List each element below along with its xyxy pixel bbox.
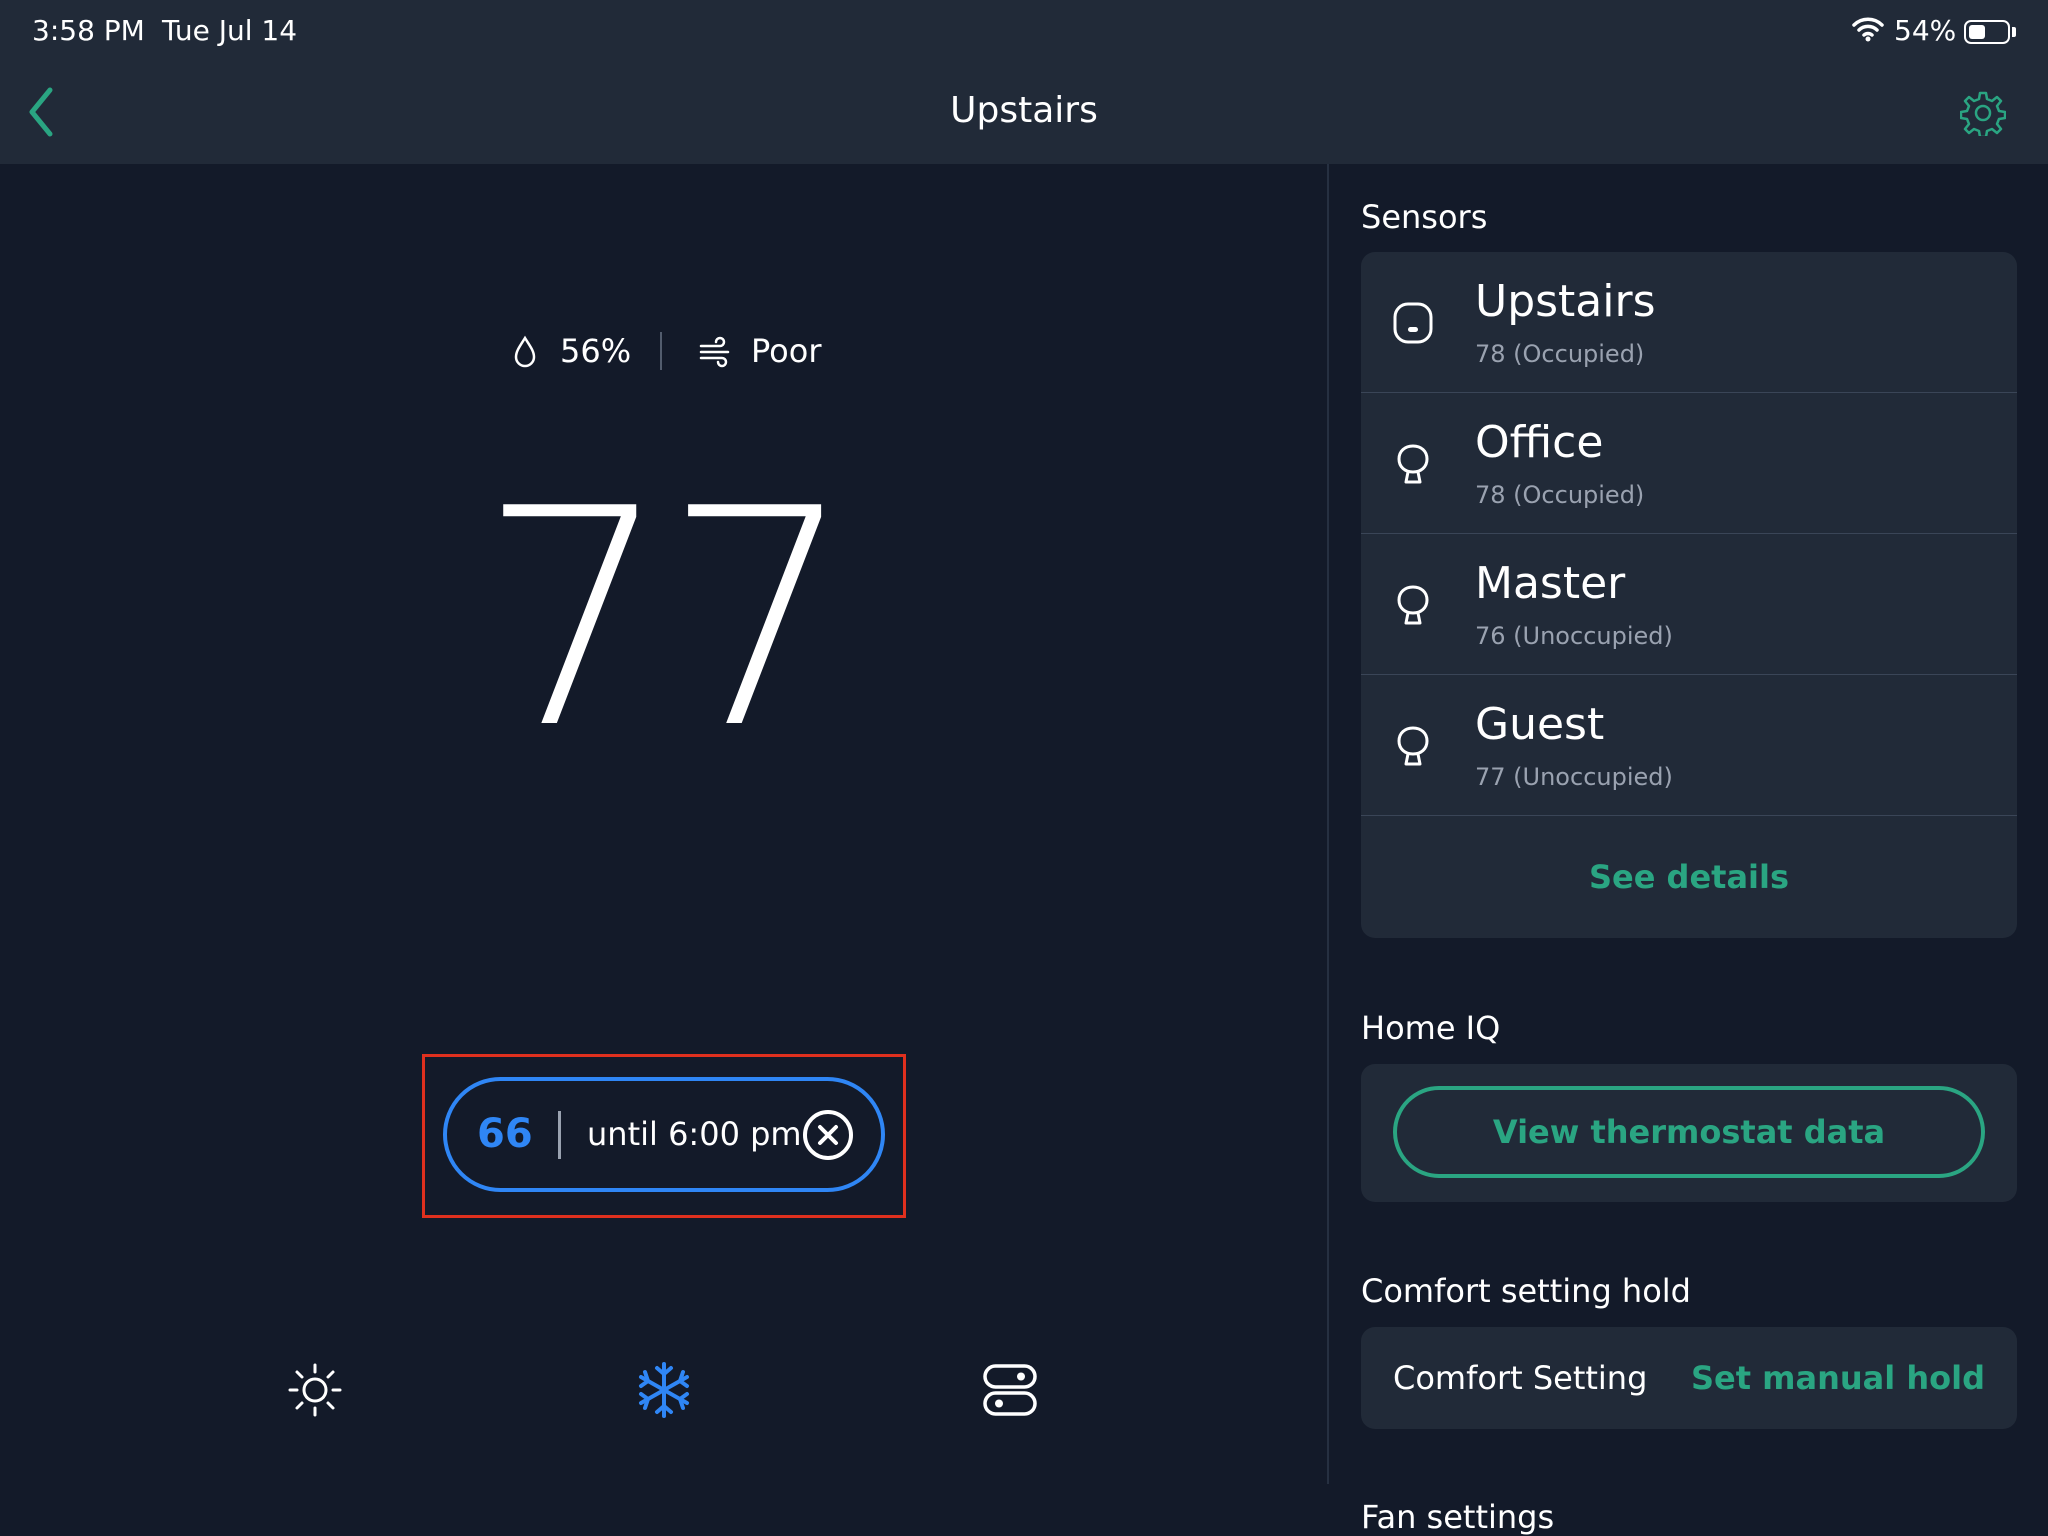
sensor-status: 78 (Occupied) xyxy=(1475,340,1645,368)
air-quality-value: Poor xyxy=(751,332,822,370)
hold-until-text: until 6:00 pm xyxy=(587,1115,802,1153)
sensor-name: Office xyxy=(1475,417,1604,468)
home-iq-card: View thermostat data xyxy=(1361,1064,2017,1202)
battery-percent: 54% xyxy=(1894,14,1957,47)
sensor-row-guest[interactable]: Guest 77 (Unoccupied) xyxy=(1361,675,2017,816)
page-title: Upstairs xyxy=(950,90,1098,131)
battery-icon xyxy=(1964,20,2010,44)
room-sensor-icon xyxy=(1397,726,1429,766)
status-date: Tue Jul 14 xyxy=(162,14,298,47)
home-iq-section-title: Home IQ xyxy=(1361,1009,1501,1047)
sidebar: Sensors Upstairs 78 (Occupied) Office 78… xyxy=(1329,164,2048,1536)
fan-section-title: Fan settings xyxy=(1361,1498,1555,1536)
hold-setpoint-pill[interactable]: 66 until 6:00 pm xyxy=(443,1077,885,1192)
set-manual-hold-button[interactable]: Set manual hold xyxy=(1691,1359,1985,1397)
hold-setpoint: 66 xyxy=(477,1111,533,1157)
sensors-section-title: Sensors xyxy=(1361,198,1488,236)
sensor-status: 78 (Occupied) xyxy=(1475,481,1645,509)
comfort-card: Comfort Setting Set manual hold xyxy=(1361,1327,2017,1429)
comfort-section-title: Comfort setting hold xyxy=(1361,1272,1691,1310)
sensor-name: Master xyxy=(1475,558,1626,609)
nav-bar: Upstairs xyxy=(0,62,2048,164)
sensor-name: Guest xyxy=(1475,699,1605,750)
comfort-setting-label: Comfort Setting xyxy=(1393,1359,1648,1397)
cancel-hold-icon[interactable] xyxy=(801,1108,855,1162)
wifi-icon xyxy=(1852,17,1884,42)
humidity-value: 56% xyxy=(560,332,632,370)
status-time: 3:58 PM xyxy=(32,14,145,47)
snowflake-icon[interactable] xyxy=(634,1360,694,1420)
thermostat-icon xyxy=(1393,302,1433,344)
sun-icon[interactable] xyxy=(285,1360,345,1420)
sensor-row-master[interactable]: Master 76 (Unoccupied) xyxy=(1361,534,2017,675)
toggle-icon[interactable] xyxy=(980,1360,1040,1420)
sensor-status: 77 (Unoccupied) xyxy=(1475,763,1673,791)
sensors-card: Upstairs 78 (Occupied) Office 78 (Occupi… xyxy=(1361,252,2017,938)
see-details-button[interactable]: See details xyxy=(1361,816,2017,938)
room-sensor-icon xyxy=(1397,444,1429,484)
room-sensor-icon xyxy=(1397,585,1429,625)
view-thermostat-data-button[interactable]: View thermostat data xyxy=(1393,1086,1985,1178)
air-quality-wind-icon xyxy=(699,336,730,368)
current-temperature: 77 xyxy=(478,445,855,794)
humidity-drop-icon xyxy=(514,335,536,368)
sensor-status: 76 (Unoccupied) xyxy=(1475,622,1673,650)
gear-icon[interactable] xyxy=(1960,90,2006,136)
battery-tip xyxy=(2012,27,2016,37)
status-bar: 3:58 PM Tue Jul 14 54% xyxy=(0,0,2048,62)
hold-divider xyxy=(558,1111,561,1159)
stats-divider xyxy=(660,332,662,370)
sensor-row-office[interactable]: Office 78 (Occupied) xyxy=(1361,393,2017,534)
sensor-name: Upstairs xyxy=(1475,276,1656,327)
sensor-row-upstairs[interactable]: Upstairs 78 (Occupied) xyxy=(1361,252,2017,393)
